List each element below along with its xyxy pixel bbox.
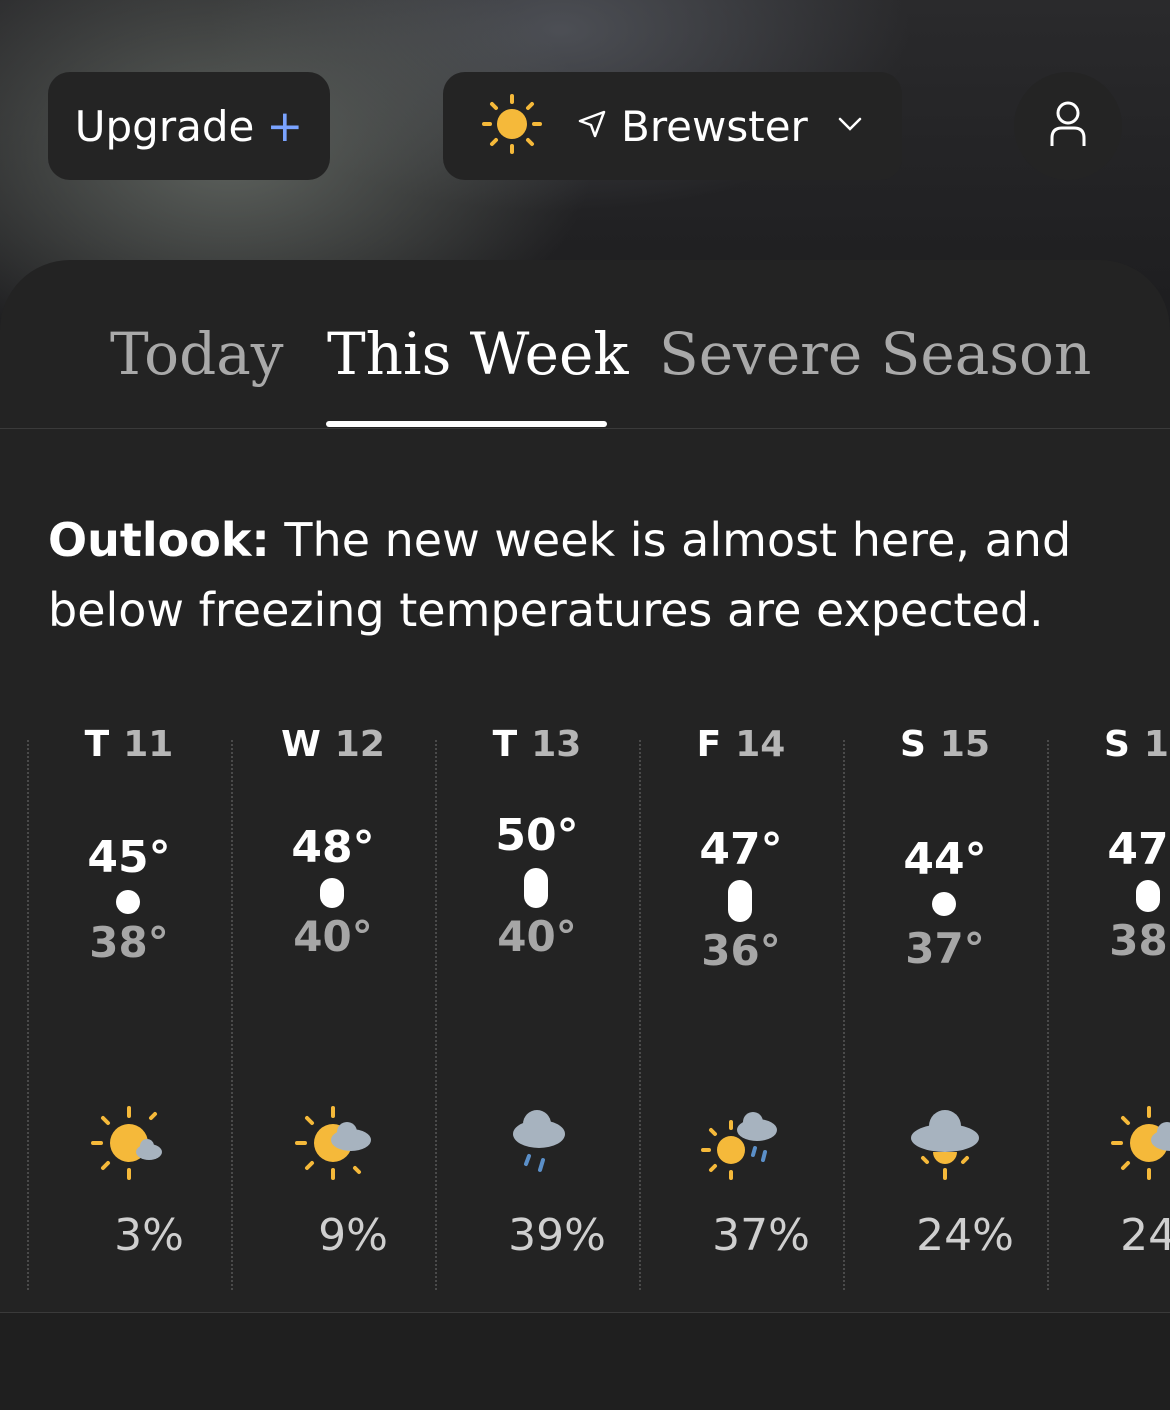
- day-label: W 12: [281, 724, 385, 765]
- cloud-sun-below-icon: [911, 1110, 979, 1180]
- day-label: S 15: [899, 724, 991, 765]
- location-selector[interactable]: Brewster: [443, 72, 902, 180]
- plus-icon: +: [266, 100, 304, 152]
- week-forecast: T 11 45° 38° 3% W 12 48° 40° 9% T 13 50°…: [0, 720, 1170, 1290]
- sun-icon: [481, 93, 543, 159]
- location-arrow-icon: [577, 109, 607, 143]
- tab-today[interactable]: Today: [110, 320, 284, 388]
- high-temp: 50°: [495, 810, 579, 861]
- temp-range-bar: [524, 868, 548, 908]
- day-label: T 11: [84, 724, 174, 765]
- low-temp: 40°: [497, 912, 577, 961]
- tab-this-week[interactable]: This Week: [327, 320, 628, 388]
- upgrade-button[interactable]: Upgrade +: [48, 72, 330, 180]
- high-temp: 48°: [291, 822, 375, 873]
- temp-range-bar: [932, 892, 956, 916]
- day-label: T 13: [492, 724, 582, 765]
- temp-range-bar: [1136, 880, 1160, 912]
- outlook-text: Outlook: The new week is almost here, an…: [48, 505, 1128, 645]
- precip-chance: 9%: [318, 1210, 388, 1261]
- sun-cloud-icon: [91, 1106, 162, 1180]
- low-temp: 37°: [905, 924, 985, 973]
- sun-cloud-icon: [295, 1106, 371, 1180]
- day-label: F 14: [696, 724, 786, 765]
- precip-chance: 3%: [114, 1210, 184, 1261]
- high-temp: 47°: [1107, 824, 1170, 875]
- footer-area: [0, 1313, 1170, 1410]
- high-temp: 47°: [699, 824, 783, 875]
- precip-chance: 24%: [916, 1210, 1014, 1261]
- upgrade-label: Upgrade: [74, 101, 255, 151]
- temp-range-bar: [116, 890, 140, 914]
- day-column[interactable]: T 11 45° 38° 3%: [27, 720, 231, 1280]
- account-button[interactable]: [1014, 72, 1122, 180]
- temp-range-bar: [320, 878, 344, 908]
- precip-chance: 37%: [712, 1210, 810, 1261]
- precip-chance: 39%: [508, 1210, 606, 1261]
- chevron-down-icon: [838, 116, 862, 136]
- tab-bar: Today This Week Severe Season: [0, 320, 1170, 429]
- sun-rain-cloud-icon: [701, 1112, 777, 1180]
- high-temp: 44°: [903, 834, 987, 885]
- precip-chance: 24%: [1120, 1210, 1170, 1261]
- day-column[interactable]: F 14 47° 36° 37%: [639, 720, 843, 1280]
- day-column[interactable]: W 12 48° 40° 9%: [231, 720, 435, 1280]
- outlook-label: Outlook:: [48, 513, 270, 567]
- temp-range-bar: [728, 880, 752, 922]
- low-temp: 40°: [293, 912, 373, 961]
- sun-cloud-icon: [1111, 1106, 1170, 1180]
- low-temp: 38°: [1109, 916, 1170, 965]
- low-temp: 36°: [701, 926, 781, 975]
- day-label: S16: [1103, 724, 1170, 765]
- day-column[interactable]: T 13 50° 40° 39%: [435, 720, 639, 1280]
- day-column[interactable]: S 15 44° 37° 24%: [843, 720, 1047, 1280]
- location-name: Brewster: [621, 101, 808, 151]
- high-temp: 45°: [87, 832, 171, 883]
- tab-severe-season[interactable]: Severe Season: [659, 320, 1091, 388]
- low-temp: 38°: [89, 918, 169, 967]
- user-icon: [1048, 100, 1088, 152]
- rain-cloud-icon: [513, 1110, 565, 1172]
- day-column[interactable]: S16 47° 38° 24%: [1047, 720, 1170, 1280]
- active-tab-indicator: [326, 421, 607, 427]
